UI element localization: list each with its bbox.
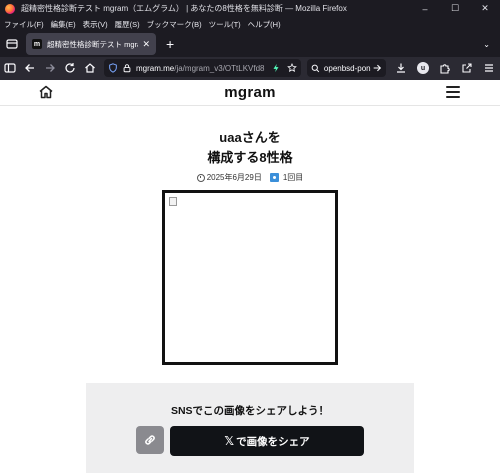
close-window-button[interactable]: ✕ — [470, 0, 500, 17]
extensions-button[interactable] — [434, 58, 456, 78]
link-icon — [145, 435, 155, 445]
search-box[interactable]: openbsd-pon — [306, 59, 386, 77]
hamburger-line — [446, 96, 460, 98]
url-text: mgram.me/ja/mgram_v3/OTtLKVfd8 — [136, 64, 271, 73]
menu-help[interactable]: ヘルプ(H) — [248, 19, 281, 30]
share-on-x-label: で画像をシェア — [236, 435, 310, 448]
search-text: openbsd-pon — [323, 63, 371, 73]
address-bar[interactable]: mgram.me/ja/mgram_v3/OTtLKVfd8 — [104, 59, 301, 77]
search-icon — [311, 64, 320, 72]
page-title-line-2: 構成する8性格 — [207, 150, 293, 165]
firefox-view-icon — [6, 39, 18, 49]
result-image — [162, 190, 338, 365]
lock-icon[interactable] — [122, 63, 132, 73]
count-badge-icon — [269, 173, 279, 182]
sidebar-button[interactable] — [0, 58, 20, 78]
minimize-button[interactable]: – — [410, 0, 440, 17]
menu-history[interactable]: 履歴(S) — [115, 19, 140, 30]
back-arrow-icon — [25, 64, 34, 72]
toolbar-right: u — [390, 58, 500, 78]
puzzle-icon — [440, 64, 450, 74]
clock-icon — [196, 173, 205, 182]
home-button[interactable] — [80, 58, 100, 78]
hamburger-line — [446, 91, 460, 93]
sidebar-icon — [4, 63, 16, 73]
account-avatar-icon: u — [417, 62, 429, 74]
web-content: mgram uaaさんを 構成する8性格 2025年6月29日 1回目 SNSで… — [0, 80, 500, 473]
page-title-line-1: uaaさんを — [219, 130, 281, 145]
firefox-logo-icon — [5, 3, 15, 14]
copy-link-button[interactable] — [136, 426, 164, 454]
search-go-arrow-icon[interactable] — [372, 63, 382, 73]
menu-edit[interactable]: 編集(E) — [51, 19, 76, 30]
mgram-favicon-icon: m — [32, 39, 42, 49]
menu-view[interactable]: 表示(V) — [83, 19, 108, 30]
menu-file[interactable]: ファイル(F) — [4, 19, 44, 30]
shield-icon[interactable] — [108, 63, 118, 73]
site-menu-button[interactable] — [446, 86, 460, 98]
maximize-button[interactable]: ☐ — [440, 0, 470, 17]
home-icon — [85, 63, 95, 73]
downloads-button[interactable] — [390, 58, 412, 78]
x-logo-icon: 𝕏 — [224, 434, 235, 448]
url-path: /ja/mgram_v3/OTtLKVfd8 — [174, 63, 265, 73]
url-host: mgram.me — [136, 63, 175, 73]
result-count: 1回目 — [282, 173, 304, 182]
reload-icon — [65, 63, 75, 73]
list-all-tabs-button[interactable]: ⌄ — [483, 40, 490, 49]
menu-bookmarks[interactable]: ブックマーク(B) — [147, 19, 202, 30]
bookmark-star-icon[interactable] — [287, 63, 297, 73]
result-meta: 2025年6月29日 1回目 — [0, 172, 500, 183]
forward-arrow-icon — [46, 64, 55, 72]
forward-button[interactable] — [40, 58, 60, 78]
account-button[interactable]: u — [412, 58, 434, 78]
extension-bolt-icon[interactable] — [271, 63, 281, 73]
window-controls: – ☐ ✕ — [410, 0, 500, 17]
tab-mgram[interactable]: m 超精密性格診断テスト mgram（ ✕ — [26, 33, 156, 55]
firefox-view-button[interactable] — [4, 36, 20, 52]
download-icon — [397, 63, 405, 73]
tab-title: 超精密性格診断テスト mgram（ — [47, 39, 138, 49]
menu-tools[interactable]: ツール(T) — [209, 19, 241, 30]
window-title: 超精密性格診断テスト mgram（エムグラム） | あなたの8性格を無料診断 —… — [21, 4, 347, 13]
window-titlebar: 超精密性格診断テスト mgram（エムグラム） | あなたの8性格を無料診断 —… — [0, 0, 500, 17]
share-panel: SNSでこの画像をシェアしよう！ 𝕏 で画像をシェア — [86, 383, 414, 473]
broken-image-icon — [169, 197, 177, 206]
reload-button[interactable] — [60, 58, 80, 78]
site-header: mgram — [0, 80, 500, 106]
app-menu-button[interactable] — [478, 58, 500, 78]
hamburger-line — [446, 86, 460, 88]
share-on-x-button[interactable]: 𝕏 で画像をシェア — [170, 426, 364, 456]
result-date: 2025年6月29日 — [206, 173, 262, 182]
tab-close-icon[interactable]: ✕ — [142, 39, 150, 50]
menu-bar: ファイル(F) 編集(E) 表示(V) 履歴(S) ブックマーク(B) ツール(… — [0, 17, 500, 31]
new-tab-button[interactable]: + — [166, 36, 174, 52]
share-page-button[interactable] — [456, 58, 478, 78]
hamburger-menu-icon — [485, 64, 493, 72]
share-heading: SNSでこの画像をシェアしよう！ — [170, 405, 330, 417]
share-icon — [462, 63, 472, 73]
tab-strip: m 超精密性格診断テスト mgram（ ✕ + ⌄ — [0, 31, 500, 57]
page-title: uaaさんを 構成する8性格 — [0, 128, 500, 168]
site-logo[interactable]: mgram — [0, 84, 500, 101]
back-button[interactable] — [20, 58, 40, 78]
navigation-toolbar: mgram.me/ja/mgram_v3/OTtLKVfd8 openbsd-p… — [0, 57, 500, 79]
